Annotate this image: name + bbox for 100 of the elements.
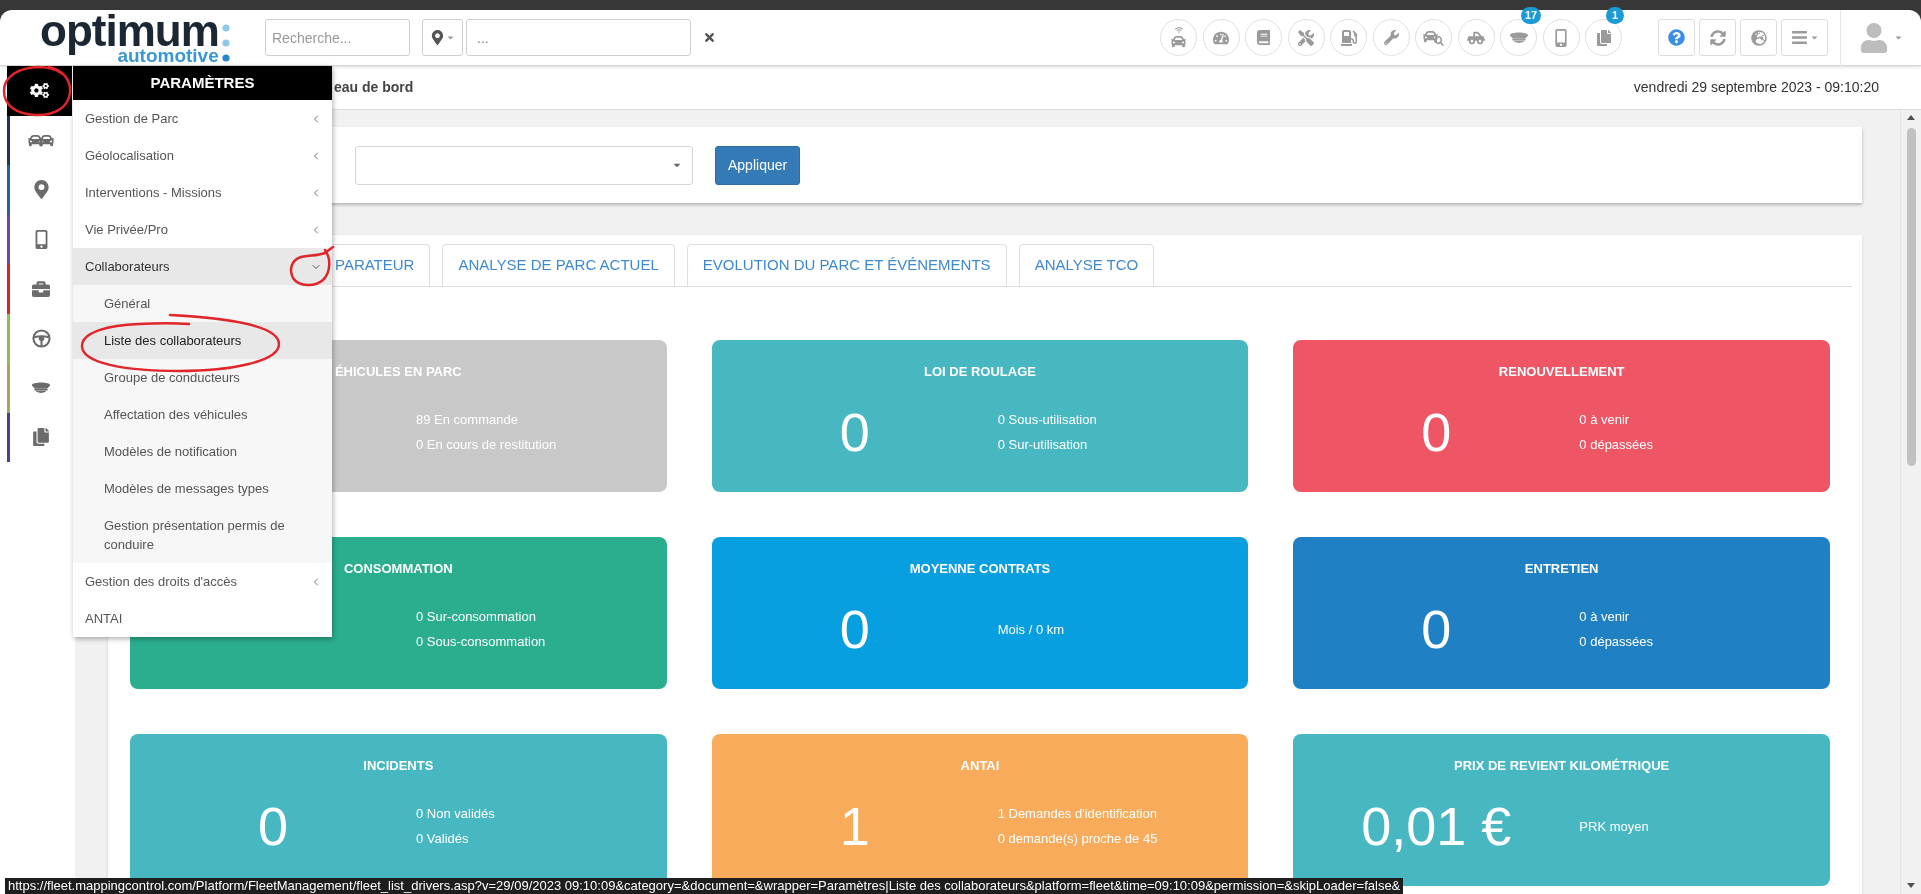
location-dropdown-button[interactable] bbox=[422, 19, 463, 56]
tab[interactable]: ANALYSE DE PARC ACTUEL bbox=[442, 244, 675, 287]
caret-icon bbox=[446, 33, 455, 42]
card-value: 0 bbox=[1421, 599, 1452, 659]
globe-button[interactable] bbox=[1740, 19, 1777, 56]
card-title: ANTAI bbox=[960, 758, 1000, 774]
shortcut-button[interactable] bbox=[1202, 19, 1240, 56]
count-badge: 17 bbox=[1521, 7, 1542, 24]
date-text: vendredi 29 septembre 2023 - 09:10:20 bbox=[1633, 78, 1879, 97]
menu-item[interactable]: Gestion des droits d'accès bbox=[73, 563, 332, 600]
logo-dots-icon bbox=[221, 24, 230, 62]
scroll-down-icon bbox=[1907, 883, 1915, 888]
map-pin-icon bbox=[31, 180, 51, 200]
help-button[interactable] bbox=[1658, 19, 1695, 56]
card-detail: 0 Sur-consommation bbox=[416, 608, 537, 626]
globe-icon bbox=[1750, 29, 1767, 46]
menu-title: PARAMÈTRES bbox=[73, 66, 332, 100]
count-badge: 1 bbox=[1606, 7, 1624, 24]
phone-icon bbox=[1552, 28, 1570, 47]
shortcut-button[interactable] bbox=[1330, 19, 1367, 56]
shortcut-button[interactable] bbox=[1500, 19, 1537, 56]
fuel-pump-icon bbox=[1340, 29, 1357, 46]
menu-item[interactable]: ANTAI bbox=[73, 600, 332, 637]
card-detail: 0 Sous-utilisation bbox=[997, 411, 1097, 429]
card-title: RENOUVELLEMENT bbox=[1498, 364, 1625, 380]
card-detail: PRK moyen bbox=[1579, 817, 1649, 836]
submenu-item[interactable]: Affectation des véhicules bbox=[73, 396, 332, 433]
shortcut-button[interactable] bbox=[1585, 19, 1622, 56]
car-signal-icon bbox=[1171, 26, 1186, 49]
submenu-item[interactable]: Liste des collaborateurs bbox=[73, 322, 332, 359]
card-detail: 0 Validés bbox=[416, 830, 470, 848]
card-detail: Mois / 0 km bbox=[997, 620, 1065, 639]
tab[interactable]: EVOLUTION DU PARC ET ÉVÉNEMENTS bbox=[686, 244, 1007, 287]
card-title: CONSOMMATION bbox=[343, 561, 453, 577]
caret-icon bbox=[1809, 33, 1819, 42]
filter-select[interactable] bbox=[355, 145, 693, 185]
clear-icon[interactable] bbox=[703, 31, 716, 44]
card-detail: 0 dépassées bbox=[1579, 633, 1654, 651]
menu-item[interactable]: Vie Privée/Pro bbox=[73, 211, 332, 248]
card-value: 1 bbox=[839, 796, 870, 856]
card-title: LOI DE ROULAGE bbox=[924, 364, 1036, 380]
shortcut-button[interactable] bbox=[1287, 19, 1325, 56]
submenu-item[interactable]: Général bbox=[73, 285, 332, 322]
shortcut-button[interactable] bbox=[1457, 19, 1495, 56]
refresh-button[interactable] bbox=[1699, 19, 1736, 56]
menu-item[interactable]: Interventions - Missions bbox=[73, 174, 332, 211]
menu-item[interactable]: Géolocalisation bbox=[73, 137, 332, 174]
scroll-up-icon bbox=[1907, 115, 1915, 120]
wrench-icon bbox=[1383, 30, 1399, 45]
help-icon bbox=[1668, 29, 1685, 46]
card-title: INCIDENTS bbox=[363, 758, 434, 774]
card-title: ENTRETIEN bbox=[1524, 561, 1599, 577]
card-detail: 0 demande(s) proche de 45 bbox=[997, 830, 1158, 848]
menu-button[interactable] bbox=[1781, 19, 1828, 56]
map-pin-icon bbox=[430, 30, 445, 45]
shortcut-button[interactable] bbox=[1415, 19, 1452, 56]
gauge-icon bbox=[1213, 29, 1229, 46]
submenu-item[interactable]: Groupe de conducteurs bbox=[73, 359, 332, 396]
submenu-item[interactable]: Gestion présentation permis de conduire bbox=[73, 507, 332, 563]
card-title: MOYENNE CONTRATS bbox=[909, 561, 1051, 577]
settings-icon bbox=[30, 81, 49, 101]
cap-icon bbox=[31, 382, 51, 394]
car-search-icon bbox=[1423, 29, 1444, 46]
submenu-item[interactable]: Modèles de notification bbox=[73, 433, 332, 470]
steering-wheel-icon bbox=[31, 328, 51, 348]
documents-icon bbox=[1595, 29, 1612, 46]
menu-item[interactable]: Collaborateurs bbox=[73, 248, 332, 285]
search-field[interactable]: Recherche... bbox=[265, 19, 410, 56]
card-detail: 0 à venir bbox=[1579, 608, 1631, 626]
tab[interactable]: PARATEUR bbox=[333, 244, 431, 287]
documents-icon bbox=[32, 428, 50, 447]
book-icon bbox=[1256, 30, 1271, 45]
card-detail: 0 dépassées bbox=[1579, 436, 1654, 454]
shortcut-button[interactable] bbox=[1542, 19, 1580, 56]
user-avatar-button[interactable] bbox=[1859, 22, 1903, 53]
cap-icon bbox=[1508, 32, 1529, 43]
card-value: 0 bbox=[1421, 402, 1452, 462]
briefcase-icon bbox=[32, 279, 50, 298]
card-value: 0 bbox=[839, 599, 870, 659]
location-field[interactable]: ... bbox=[466, 19, 691, 56]
card-title: PRIX DE REVIENT KILOMÉTRIQUE bbox=[1454, 758, 1670, 774]
card-value: 0 bbox=[257, 796, 288, 856]
card-detail: 0 Sous-consommation bbox=[416, 633, 546, 651]
tools-icon bbox=[1298, 29, 1314, 46]
caret-icon bbox=[1894, 33, 1903, 42]
menu-item[interactable]: Gestion de Parc bbox=[73, 100, 332, 137]
card-detail: 0 Sur-utilisation bbox=[997, 436, 1089, 454]
tab[interactable]: ANALYSE TCO bbox=[1018, 244, 1155, 287]
card-detail: 0 Non validés bbox=[416, 805, 495, 823]
shortcut-button[interactable] bbox=[1245, 19, 1282, 56]
apply-button[interactable]: Appliquer bbox=[715, 145, 801, 185]
card-detail: 0 à venir bbox=[1579, 411, 1631, 429]
cars-icon bbox=[28, 132, 54, 148]
shortcut-button[interactable] bbox=[1372, 19, 1410, 56]
submenu-item[interactable]: Modèles de messages types bbox=[73, 470, 332, 507]
breadcrumb-text: eau de bord bbox=[334, 78, 414, 97]
card-value: 0 bbox=[839, 402, 870, 462]
refresh-icon bbox=[1709, 29, 1726, 46]
shortcut-button[interactable] bbox=[1160, 19, 1197, 56]
user-silhouette-icon bbox=[1859, 22, 1889, 53]
